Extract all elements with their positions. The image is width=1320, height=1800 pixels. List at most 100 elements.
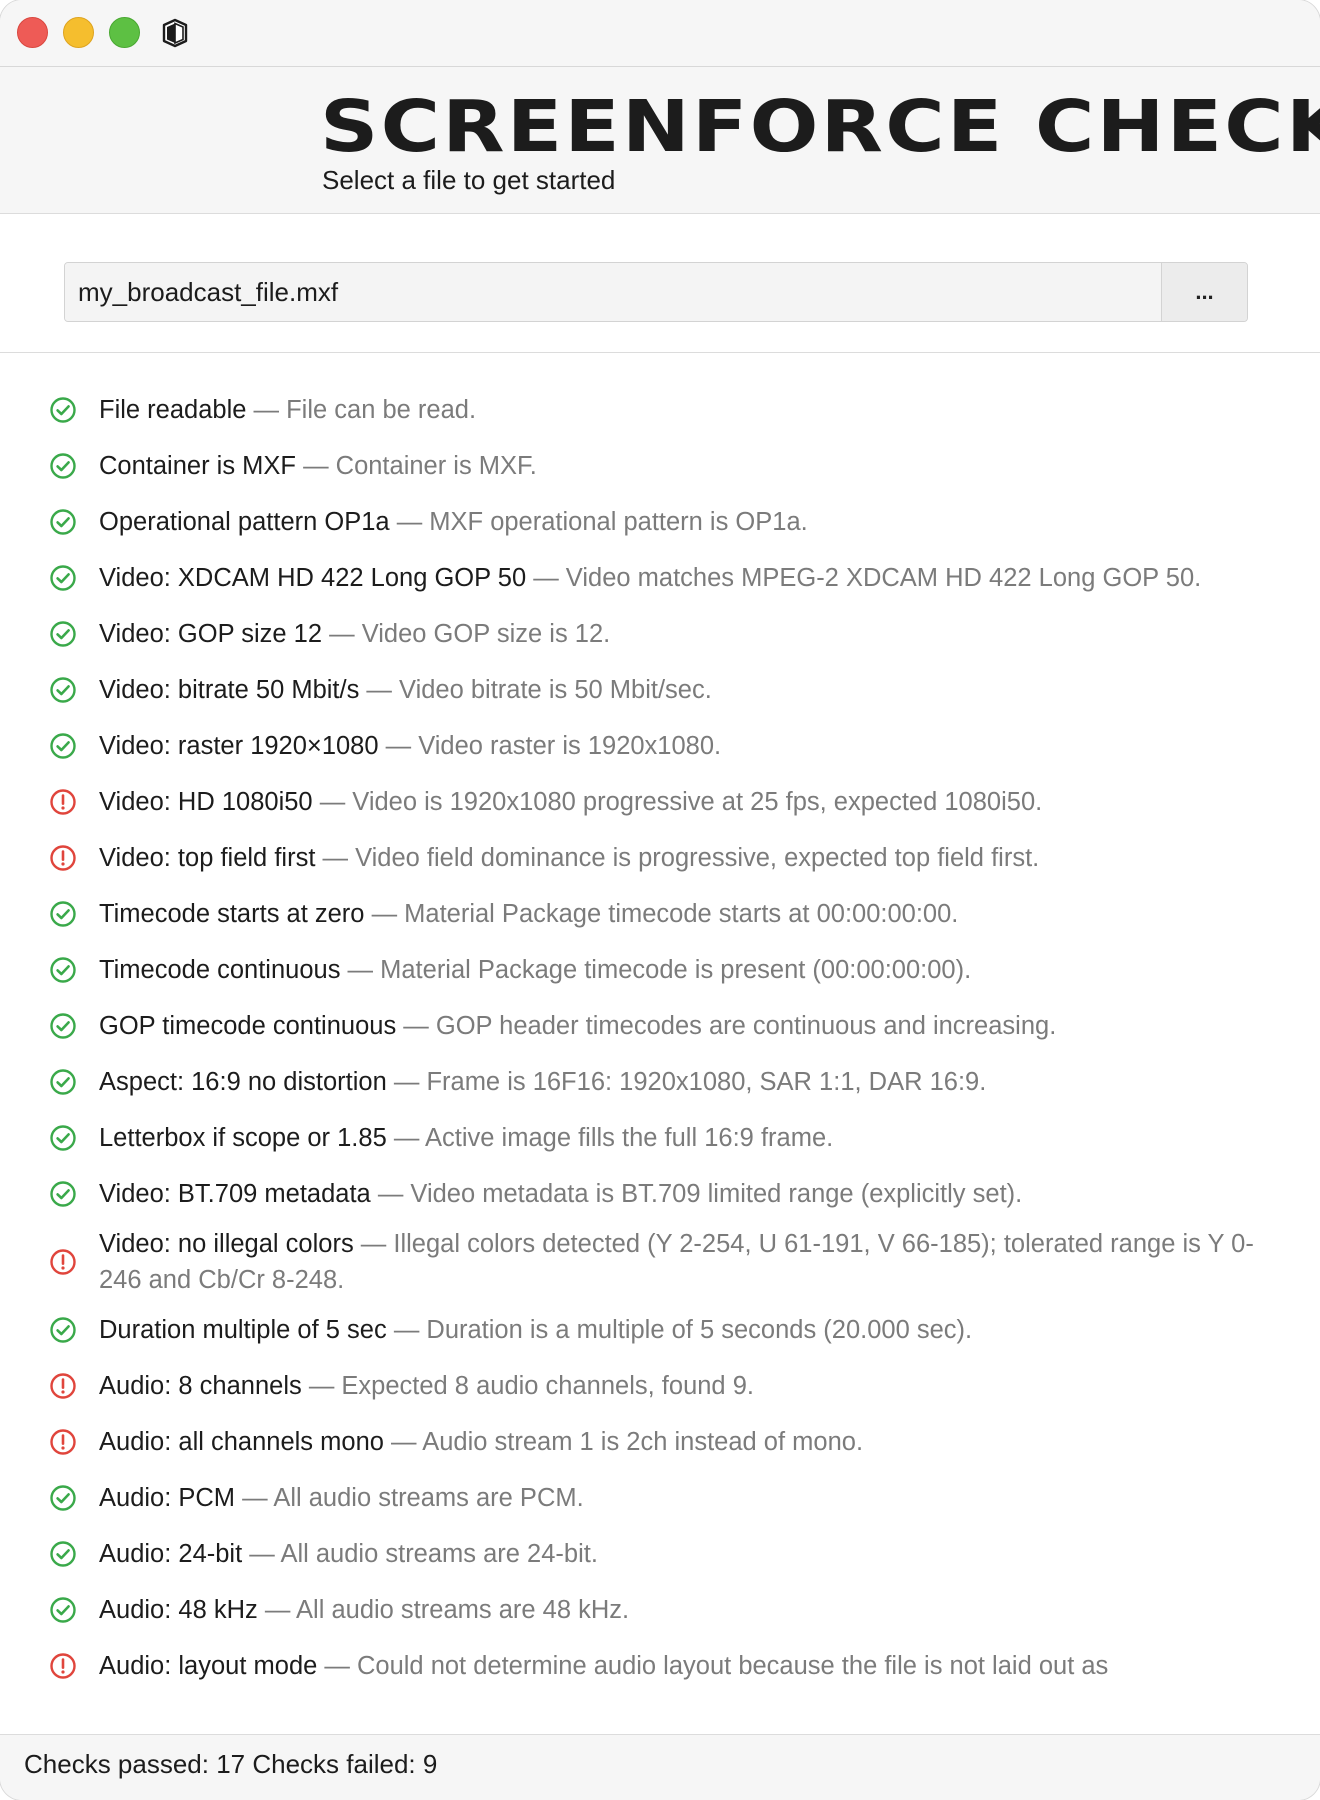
check-detail-text: Expected 8 audio channels, found 9. (341, 1372, 754, 1400)
app-window: SCREENFORCE CHECKER Select a file to get… (0, 0, 1320, 1800)
check-label: Video: BT.709 metadata (99, 1180, 371, 1208)
check-detail: — Material Package timecode is present (… (340, 956, 972, 984)
check-label: Letterbox if scope or 1.85 (99, 1124, 387, 1152)
check-label: Timecode starts at zero (99, 900, 365, 928)
check-circle-icon (49, 1180, 77, 1208)
app-title: SCREENFORCE CHECKER (320, 85, 1320, 168)
check-text: Video: XDCAM HD 422 Long GOP 50 — Video … (99, 560, 1201, 596)
check-text: Video: HD 1080i50 — Video is 1920x1080 p… (99, 784, 1042, 820)
check-separator: — (364, 900, 405, 928)
check-detail: — All audio streams are 48 kHz. (258, 1596, 629, 1624)
check-label: Duration multiple of 5 sec (99, 1316, 387, 1344)
check-label: Audio: all channels mono (99, 1428, 384, 1456)
check-text: Audio: all channels mono — Audio stream … (99, 1424, 863, 1460)
alert-circle-icon (49, 1428, 77, 1456)
check-text: Video: raster 1920×1080 — Video raster i… (99, 728, 721, 764)
check-label: Container is MXF (99, 452, 296, 480)
check-circle-icon (49, 620, 77, 648)
check-label: Audio: layout mode (99, 1652, 318, 1680)
check-item: Letterbox if scope or 1.85 — Active imag… (0, 1110, 1320, 1166)
alert-circle-icon (49, 788, 77, 816)
minimize-window-button[interactable] (63, 17, 94, 48)
check-item: Audio: layout mode — Could not determine… (0, 1638, 1320, 1694)
check-item: Audio: all channels mono — Audio stream … (0, 1414, 1320, 1470)
check-text: Audio: 24-bit — All audio streams are 24… (99, 1536, 598, 1572)
check-detail: — Frame is 16F16: 1920x1080, SAR 1:1, DA… (387, 1068, 986, 1096)
file-path-input[interactable] (65, 263, 1161, 321)
check-separator: — (242, 1540, 281, 1568)
check-item: Video: bitrate 50 Mbit/s — Video bitrate… (0, 662, 1320, 718)
check-separator: — (383, 1428, 423, 1456)
check-detail: — Video field dominance is progressive, … (315, 844, 1039, 872)
check-detail: — Active image fills the full 16:9 frame… (387, 1124, 833, 1152)
check-text: GOP timecode continuous — GOP header tim… (99, 1008, 1056, 1044)
check-text: Aspect: 16:9 no distortion — Frame is 16… (99, 1064, 986, 1100)
check-item: GOP timecode continuous — GOP header tim… (0, 998, 1320, 1054)
check-separator: — (386, 1316, 427, 1344)
check-separator: — (301, 1372, 342, 1400)
check-label: Audio: 24-bit (99, 1540, 243, 1568)
browse-button[interactable]: ... (1161, 263, 1247, 321)
checks-summary: Checks passed: 17 Checks failed: 9 (24, 1749, 438, 1779)
check-detail-text: Active image fills the full 16:9 frame. (425, 1124, 834, 1152)
check-item: Video: HD 1080i50 — Video is 1920x1080 p… (0, 774, 1320, 830)
check-detail: — All audio streams are PCM. (235, 1484, 584, 1512)
check-text: Video: bitrate 50 Mbit/s — Video bitrate… (99, 672, 712, 708)
check-text: Container is MXF — Container is MXF. (99, 448, 537, 484)
alert-circle-icon (49, 1248, 77, 1276)
check-detail: — All audio streams are 24-bit. (242, 1540, 598, 1568)
check-item: Video: BT.709 metadata — Video metadata … (0, 1166, 1320, 1222)
close-window-button[interactable] (17, 17, 48, 48)
check-separator: — (396, 1012, 436, 1040)
check-label: Timecode continuous (99, 956, 341, 984)
check-detail-text: Video raster is 1920x1080. (418, 732, 722, 760)
check-circle-icon (49, 1596, 77, 1624)
check-circle-icon (49, 1540, 77, 1568)
check-text: Timecode continuous — Material Package t… (99, 952, 971, 988)
check-text: File readable — File can be read. (99, 392, 476, 428)
check-detail-text: Could not determine audio layout because… (356, 1652, 1109, 1680)
check-item: Audio: 48 kHz — All audio streams are 48… (0, 1582, 1320, 1638)
check-text: Video: top field first — Video field dom… (99, 840, 1039, 876)
check-separator: — (295, 452, 336, 480)
check-label: Video: HD 1080i50 (99, 788, 313, 816)
maximize-window-button[interactable] (109, 17, 140, 48)
check-label: Audio: 8 channels (99, 1372, 302, 1400)
check-detail-text: Material Package timecode is present (00… (380, 956, 972, 984)
check-separator: — (246, 396, 287, 424)
check-label: Video: XDCAM HD 422 Long GOP 50 (99, 564, 527, 592)
check-item: Video: raster 1920×1080 — Video raster i… (0, 718, 1320, 774)
check-circle-icon (49, 564, 77, 592)
check-text: Letterbox if scope or 1.85 — Active imag… (99, 1120, 833, 1156)
check-detail: — MXF operational pattern is OP1a. (390, 508, 808, 536)
check-detail-text: All audio streams are 24-bit. (280, 1540, 598, 1568)
check-separator: — (317, 1652, 357, 1680)
check-item: Audio: 24-bit — All audio streams are 24… (0, 1526, 1320, 1582)
title-bar (0, 0, 1320, 67)
check-label: Video: no illegal colors (99, 1230, 354, 1258)
check-detail-text: Video GOP size is 12. (361, 620, 611, 648)
check-item: Audio: PCM — All audio streams are PCM. (0, 1470, 1320, 1526)
app-logo-icon (162, 18, 188, 48)
checks-list: File readable — File can be read. Contain… (0, 382, 1320, 1734)
check-circle-icon (49, 1068, 77, 1096)
check-circle-icon (49, 1012, 77, 1040)
check-detail: — Material Package timecode starts at 00… (364, 900, 959, 928)
check-separator: — (359, 676, 400, 704)
check-text: Audio: PCM — All audio streams are PCM. (99, 1480, 584, 1516)
check-text: Video: no illegal colors — Illegal color… (99, 1226, 1280, 1298)
check-detail: — Video is 1920x1080 progressive at 25 f… (313, 788, 1043, 816)
check-detail-text: Video is 1920x1080 progressive at 25 fps… (352, 788, 1043, 816)
check-separator: — (353, 1230, 394, 1258)
check-detail-text: All audio streams are PCM. (273, 1484, 584, 1512)
check-text: Video: BT.709 metadata — Video metadata … (99, 1176, 1022, 1212)
check-detail-text: All audio streams are 48 kHz. (296, 1596, 630, 1624)
check-detail: — Audio stream 1 is 2ch instead of mono. (384, 1428, 863, 1456)
check-detail: — Video raster is 1920x1080. (379, 732, 722, 760)
check-label: GOP timecode continuous (99, 1012, 397, 1040)
app-header: SCREENFORCE CHECKER Select a file to get… (0, 67, 1320, 214)
check-label: File readable (99, 396, 247, 424)
check-separator: — (322, 620, 362, 648)
check-circle-icon (49, 956, 77, 984)
check-text: Duration multiple of 5 sec — Duration is… (99, 1312, 972, 1348)
